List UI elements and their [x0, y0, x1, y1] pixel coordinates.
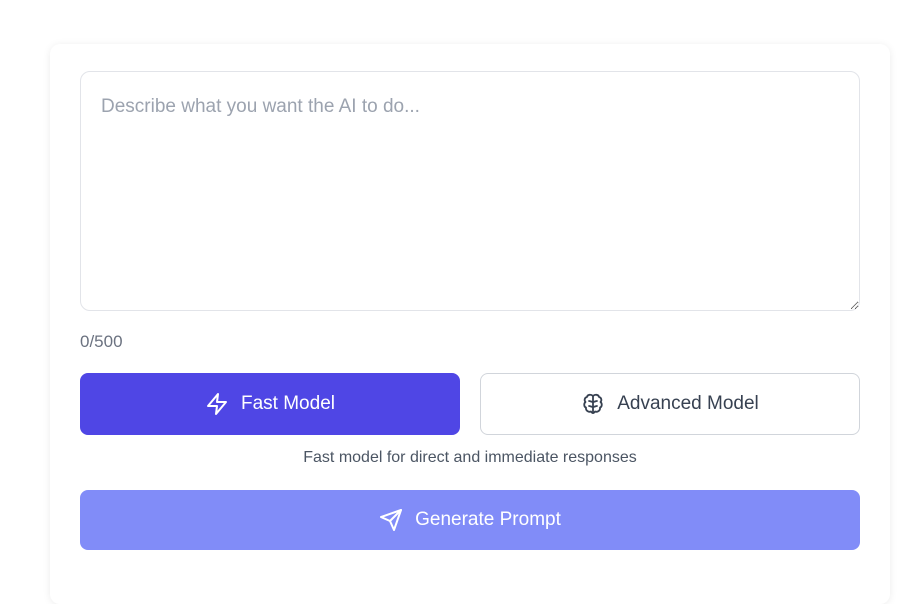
lightning-icon	[205, 392, 229, 416]
model-description: Fast model for direct and immediate resp…	[303, 449, 637, 466]
brain-icon	[581, 392, 605, 416]
prompt-textarea[interactable]	[80, 71, 860, 311]
generate-prompt-button[interactable]: Generate Prompt	[80, 490, 860, 550]
fast-model-label: Fast Model	[241, 393, 335, 414]
character-counter: 0/500	[80, 332, 123, 351]
send-icon	[379, 508, 403, 532]
generate-prompt-label: Generate Prompt	[415, 509, 561, 530]
advanced-model-label: Advanced Model	[617, 393, 759, 414]
fast-model-button[interactable]: Fast Model	[80, 373, 460, 435]
advanced-model-button[interactable]: Advanced Model	[480, 373, 860, 435]
